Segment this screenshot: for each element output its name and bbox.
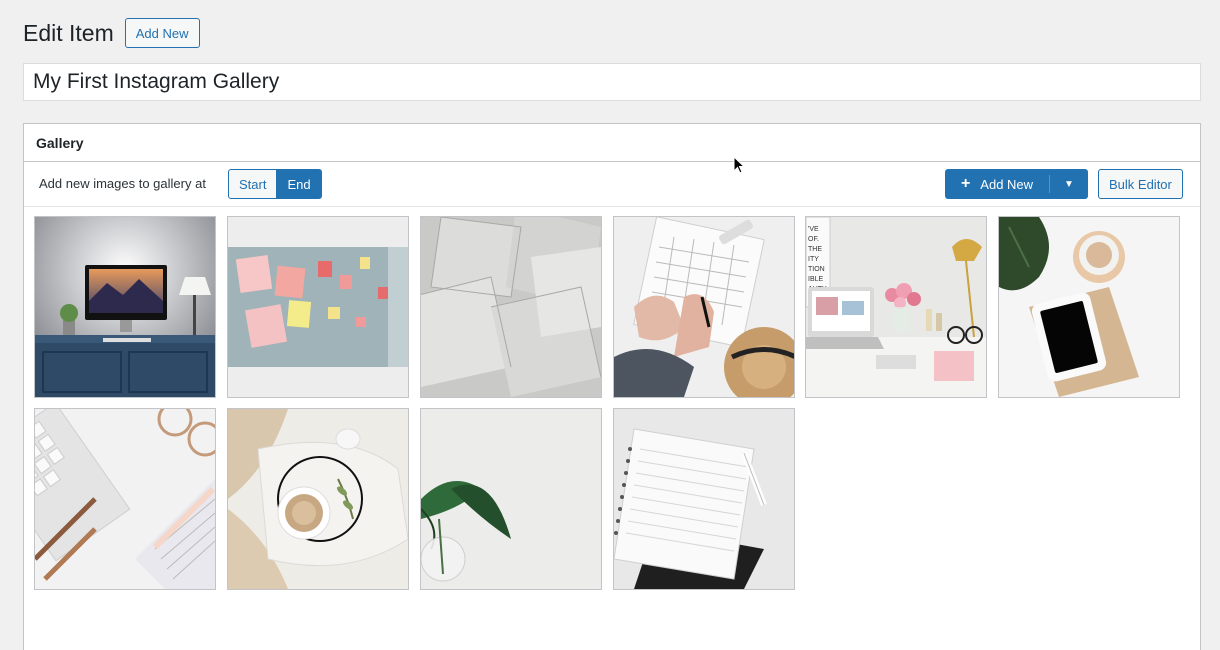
plus-icon: + — [960, 175, 971, 192]
gallery-panel: Gallery Add new images to gallery at Sta… — [23, 123, 1201, 650]
gallery-toolbar: Add new images to gallery at Start End +… — [24, 162, 1200, 207]
gallery-image-paper-sheets[interactable] — [420, 216, 602, 398]
gallery-image-keyboard-pens[interactable] — [34, 408, 216, 590]
gallery-image-tablet-coffee[interactable] — [998, 216, 1180, 398]
page-title: Edit Item — [23, 19, 114, 46]
page-header: Edit Item Add New — [23, 18, 200, 48]
add-new-images-button[interactable]: + Add New — [945, 169, 1049, 199]
svg-text:'VE: 'VE — [808, 226, 819, 233]
insert-position-label: Add new images to gallery at — [39, 176, 206, 191]
svg-text:THE: THE — [808, 246, 822, 253]
gallery-image-coffee-cup-blanket[interactable] — [227, 408, 409, 590]
add-new-images-split-button: + Add New ▼ — [945, 169, 1088, 199]
add-new-item-button[interactable]: Add New — [124, 18, 200, 48]
gallery-image-sticky-notes[interactable] — [227, 216, 409, 398]
insert-start-button[interactable]: Start — [228, 169, 278, 199]
gallery-image-desk-laptop-flowers[interactable]: 'VEOF.THEITYTIONIBLEAUTY — [805, 216, 987, 398]
svg-text:OF.: OF. — [808, 236, 819, 243]
gallery-image-notebooks-pen[interactable] — [613, 408, 795, 590]
gallery-image-plant-vase[interactable] — [420, 408, 602, 590]
insert-position-toggle: Start End — [228, 169, 322, 199]
gallery-image-imac-desk[interactable] — [34, 216, 216, 398]
mouse-cursor-icon — [733, 156, 746, 174]
post-title-input[interactable]: My First Instagram Gallery — [23, 63, 1201, 101]
add-new-images-label: Add New — [980, 176, 1034, 192]
gallery-panel-heading: Gallery — [24, 124, 1200, 162]
caret-down-icon[interactable]: ▼ — [1050, 169, 1088, 199]
svg-text:ITY: ITY — [808, 256, 819, 263]
svg-text:TION: TION — [808, 266, 825, 273]
gallery-image-planner-hands[interactable] — [613, 216, 795, 398]
insert-end-button[interactable]: End — [276, 169, 322, 199]
svg-text:IBLE: IBLE — [808, 276, 824, 283]
bulk-editor-button[interactable]: Bulk Editor — [1098, 169, 1183, 199]
